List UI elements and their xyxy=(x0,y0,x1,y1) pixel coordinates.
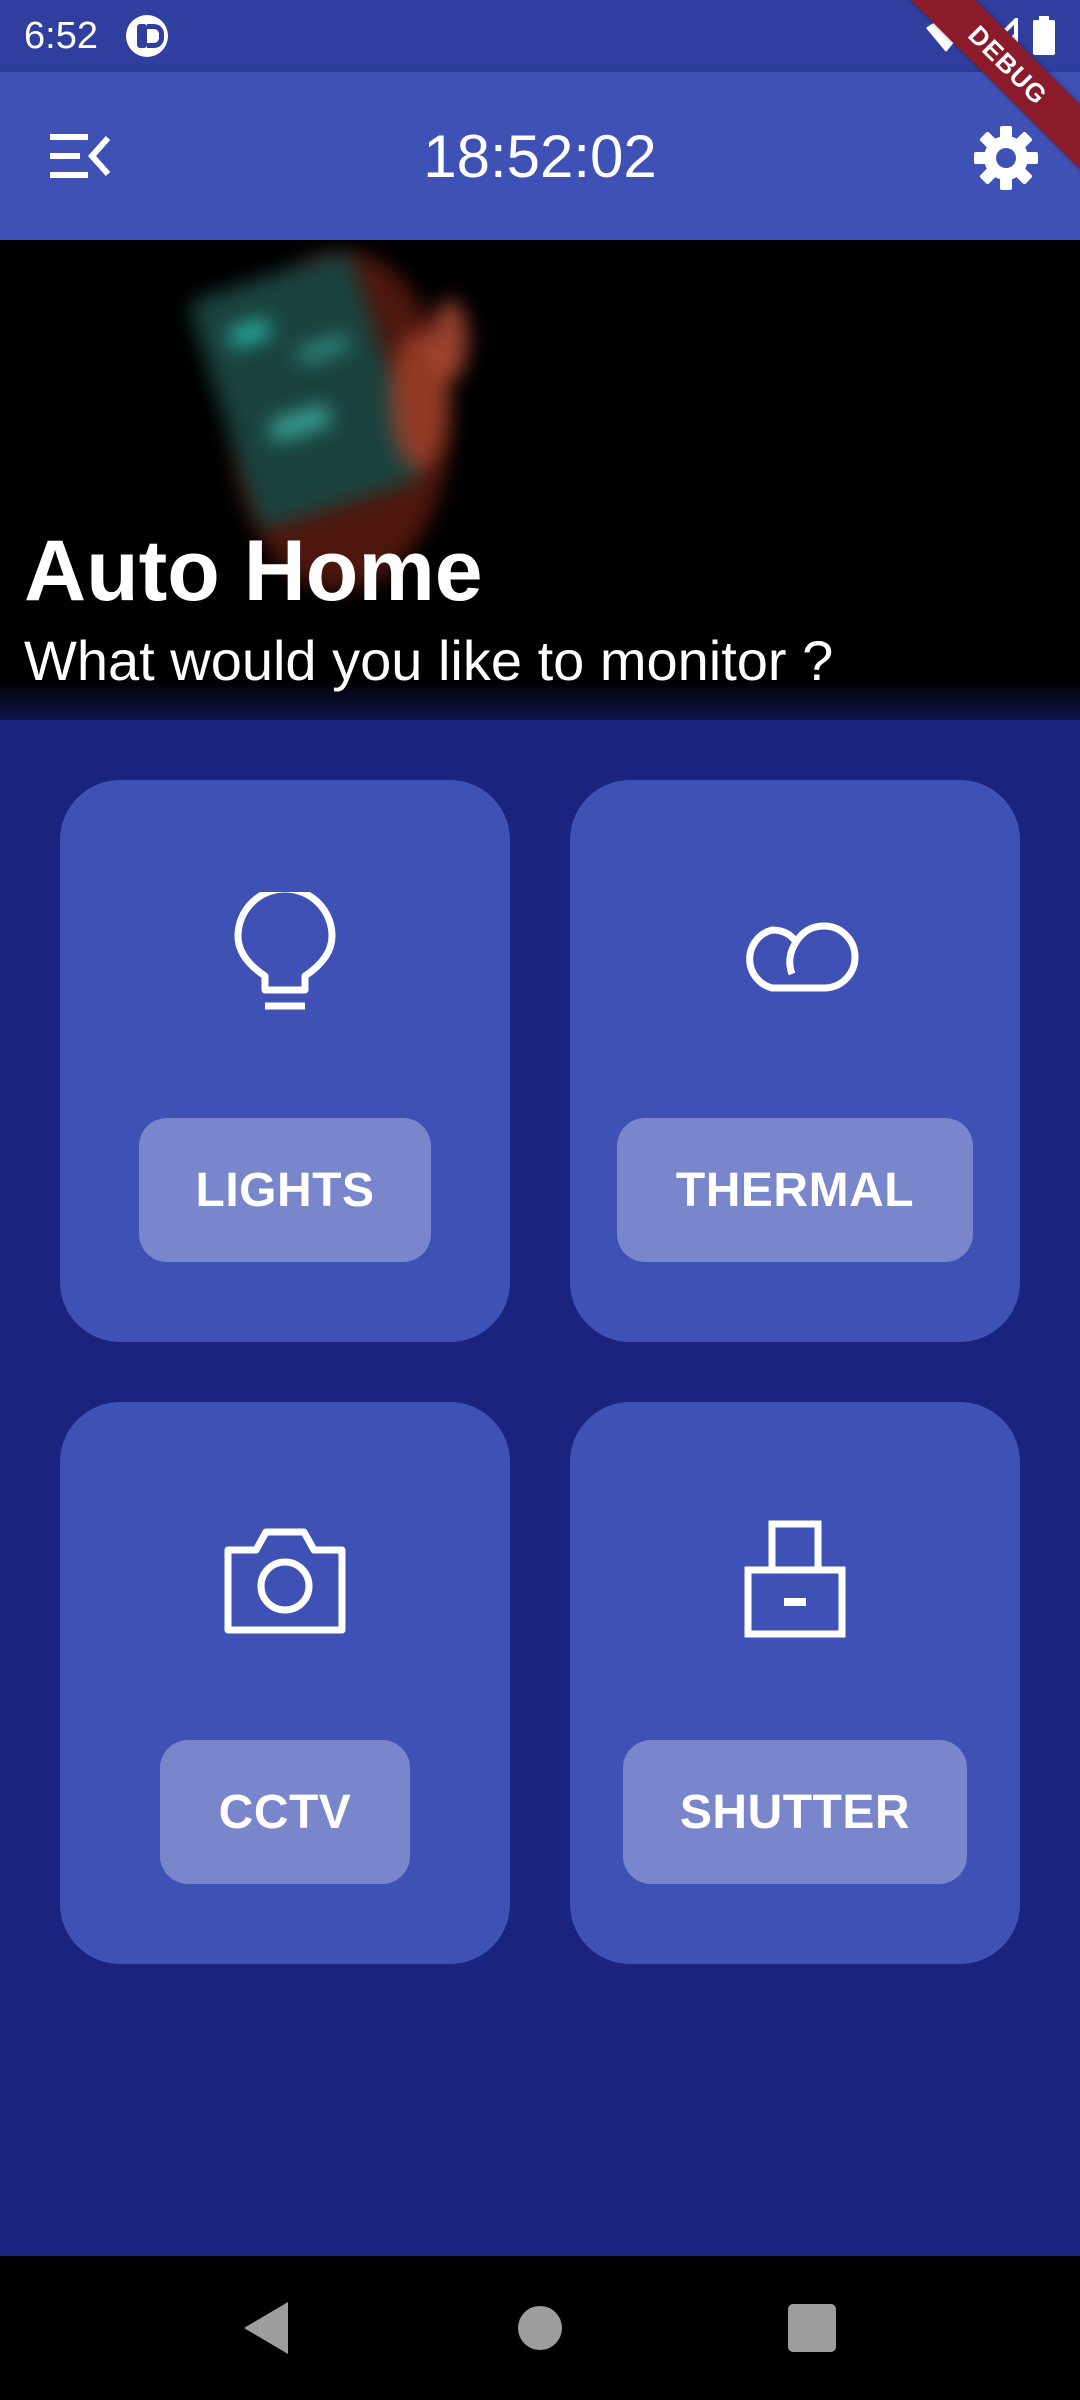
app-bar: 18:52:02 xyxy=(0,72,1080,240)
lights-card[interactable]: LIGHTS xyxy=(60,780,510,1342)
shutter-button[interactable]: SHUTTER xyxy=(623,1740,967,1884)
hero-title: Auto Home xyxy=(24,523,483,619)
recents-icon[interactable] xyxy=(780,2296,844,2360)
status-bar: 6:52 xyxy=(0,0,1080,72)
lightbulb-icon xyxy=(234,892,336,1010)
lights-button[interactable]: LIGHTS xyxy=(139,1118,431,1262)
hero-banner: Auto Home What would you like to monitor… xyxy=(0,240,1080,720)
lock-icon xyxy=(744,1520,846,1638)
battery-icon xyxy=(1033,16,1055,55)
app-notification-icon xyxy=(125,15,168,57)
cloud-icon xyxy=(746,922,859,992)
cctv-button[interactable]: CCTV xyxy=(160,1740,410,1884)
home-icon[interactable] xyxy=(508,2296,572,2360)
clock-title: 18:52:02 xyxy=(423,123,657,190)
gear-icon[interactable] xyxy=(972,124,1040,192)
shutter-card[interactable]: SHUTTER xyxy=(570,1402,1020,1964)
status-time: 6:52 xyxy=(24,14,98,57)
camera-icon xyxy=(224,1528,346,1634)
back-icon[interactable] xyxy=(236,2296,300,2360)
thermal-card[interactable]: THERMAL xyxy=(570,780,1020,1342)
hero-subtitle: What would you like to monitor ? xyxy=(24,629,834,692)
thermal-button[interactable]: THERMAL xyxy=(617,1118,973,1262)
cctv-card[interactable]: CCTV xyxy=(60,1402,510,1964)
system-nav-bar xyxy=(0,2256,1080,2400)
